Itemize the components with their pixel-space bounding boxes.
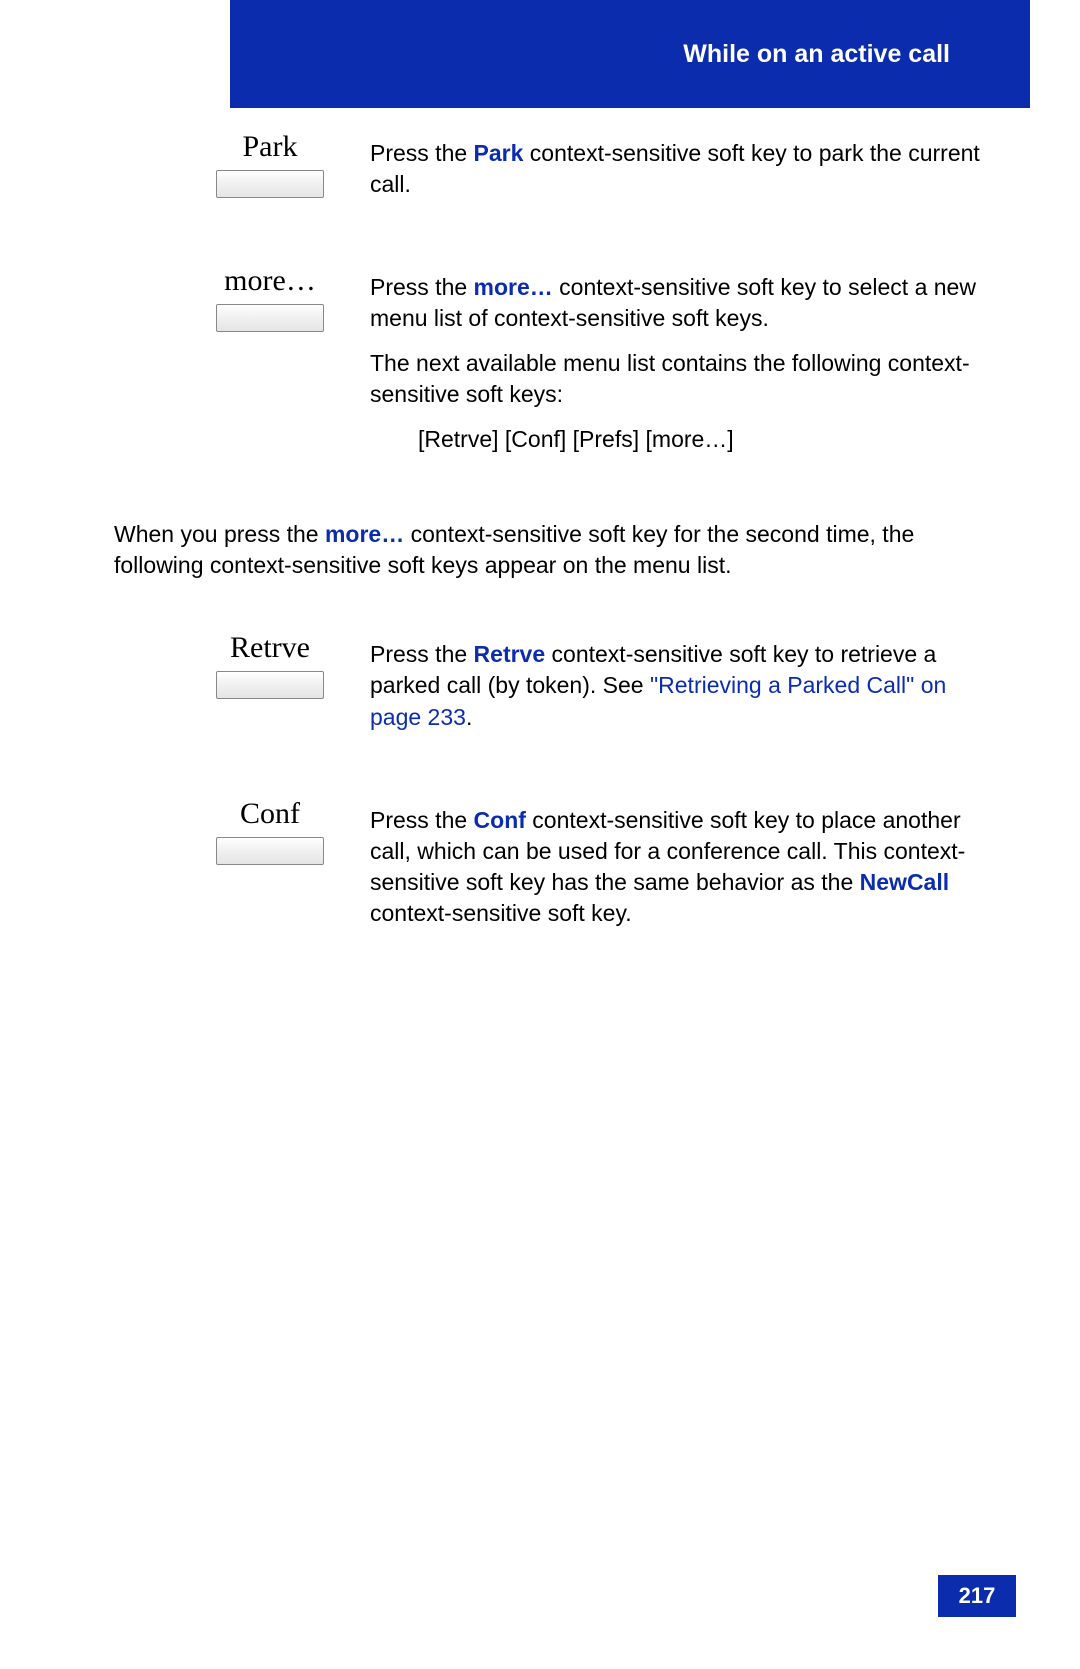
key-name: Park [474, 140, 524, 166]
desc-conf: Press the Conf context-sensitive soft ke… [370, 797, 980, 943]
retrve-desc-text: Press the Retrve context-sensitive soft … [370, 639, 980, 732]
row-conf: Conf Press the Conf context-sensitive so… [110, 797, 980, 943]
page-number-block: 217 [938, 1575, 1016, 1617]
softkey-button-more [216, 304, 324, 332]
header-block: While on an active call [230, 0, 1030, 108]
text-fragment: When you press the [114, 521, 325, 547]
softkey-label-conf: Conf [170, 797, 370, 831]
desc-retrve: Press the Retrve context-sensitive soft … [370, 631, 980, 746]
text-fragment: Press the [370, 641, 474, 667]
softkey-label-park: Park [170, 130, 370, 164]
text-fragment: Press the [370, 807, 474, 833]
conf-desc-text: Press the Conf context-sensitive soft ke… [370, 805, 980, 929]
softkey-col-retrve: Retrve [110, 631, 370, 746]
header-title: While on an active call [683, 40, 950, 69]
softkey-col-conf: Conf [110, 797, 370, 943]
desc-more: Press the more… context-sensitive soft k… [370, 264, 980, 469]
text-fragment: Press the [370, 140, 474, 166]
key-name: more… [325, 521, 404, 547]
more-desc-p1: Press the more… context-sensitive soft k… [370, 272, 980, 334]
row-park: Park Press the Park context-sensitive so… [110, 130, 980, 214]
text-fragment: Press the [370, 274, 474, 300]
key-name: NewCall [860, 869, 949, 895]
text-fragment: context-sensitive soft key. [370, 900, 632, 926]
content-area: Park Press the Park context-sensitive so… [110, 130, 980, 993]
key-name: Retrve [474, 641, 546, 667]
key-name: more… [474, 274, 553, 300]
more-desc-p2: The next available menu list contains th… [370, 348, 980, 410]
page-number: 217 [959, 1583, 996, 1609]
text-fragment: . [466, 704, 472, 730]
mid-text: When you press the more… context-sensiti… [110, 519, 980, 581]
row-retrve: Retrve Press the Retrve context-sensitiv… [110, 631, 980, 746]
softkey-button-park [216, 170, 324, 198]
softkey-col-park: Park [110, 130, 370, 214]
more-desc-p3: [Retrve] [Conf] [Prefs] [more…] [370, 424, 980, 455]
desc-park: Press the Park context-sensitive soft ke… [370, 130, 980, 214]
row-more: more… Press the more… context-sensitive … [110, 264, 980, 469]
softkey-button-retrve [216, 671, 324, 699]
softkey-label-retrve: Retrve [170, 631, 370, 665]
park-desc-text: Press the Park context-sensitive soft ke… [370, 138, 980, 200]
softkey-button-conf [216, 837, 324, 865]
key-name: Conf [474, 807, 526, 833]
softkey-label-more: more… [170, 264, 370, 298]
softkey-col-more: more… [110, 264, 370, 469]
